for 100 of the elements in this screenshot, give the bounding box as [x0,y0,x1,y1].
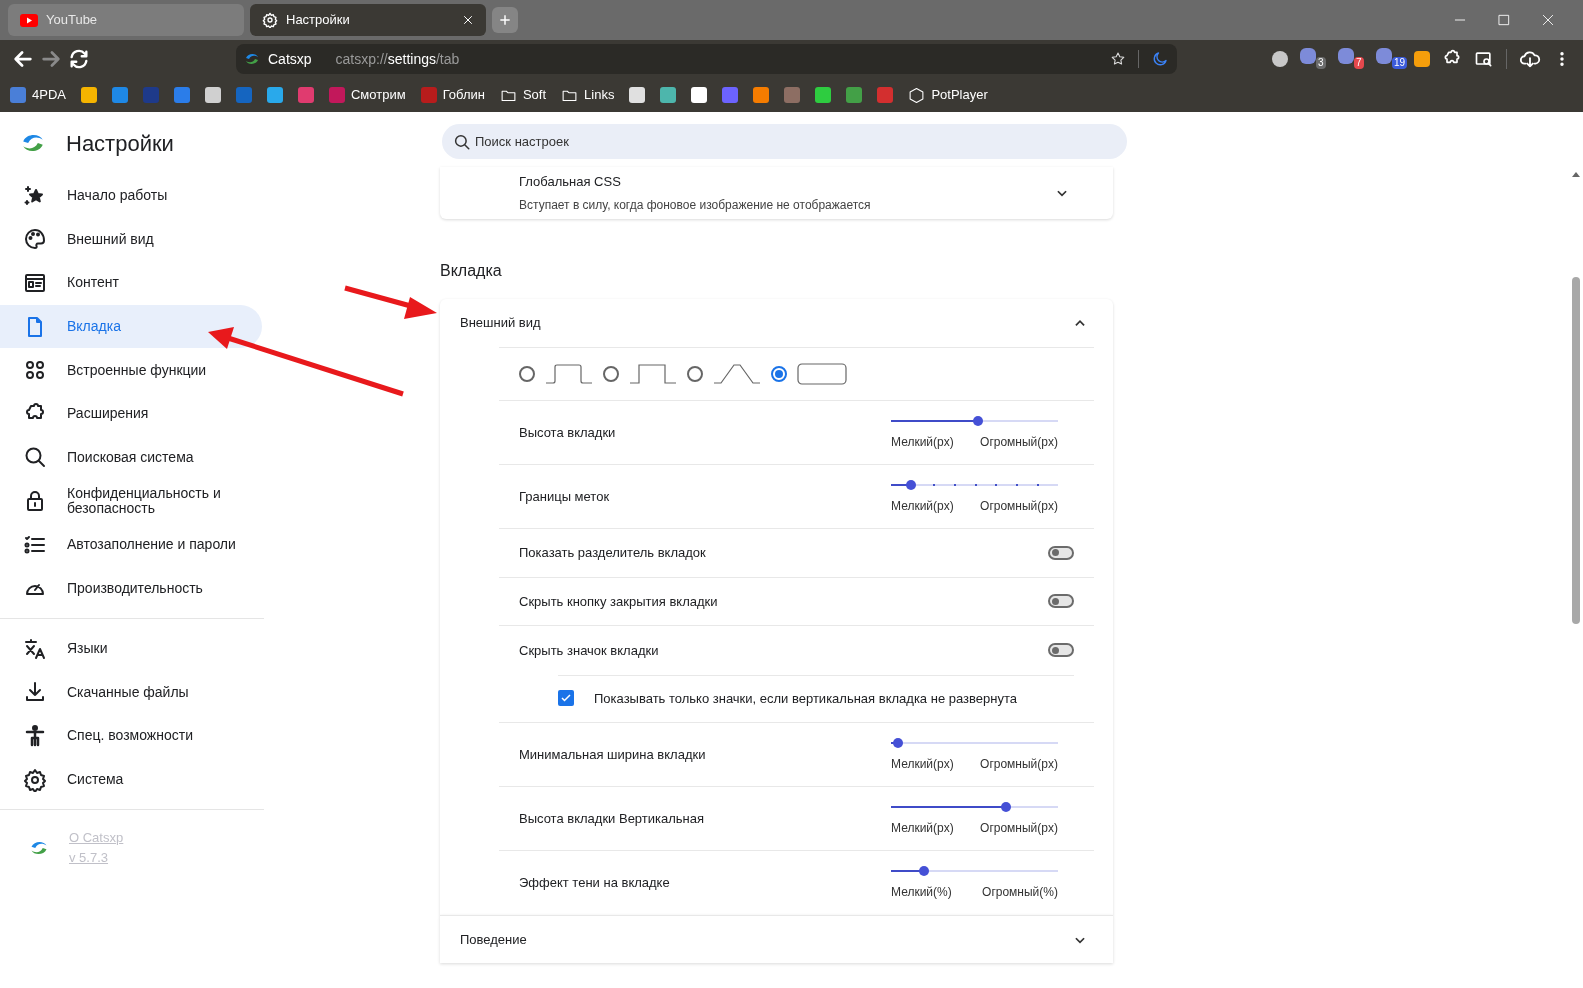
sidebar-item[interactable]: Спец. возможности [0,714,262,758]
count-badge: 3 [1316,57,1326,69]
bookmark-item[interactable]: 4PDA [10,85,66,105]
site-favicon-icon[interactable] [815,87,832,103]
sidebar-item[interactable]: Контент [0,261,262,305]
sidebar-item[interactable]: Производительность [0,566,262,610]
sidebar-item[interactable]: Конфиденциальность и безопасность [0,479,262,523]
extension-icon[interactable] [1414,51,1430,67]
play-logo-icon [20,13,38,27]
new-tab-button[interactable] [492,7,518,33]
checkbox-label: Показывать только значки, если вертикальная вкладка не развернута [594,689,1017,708]
moon-icon[interactable] [1151,50,1169,68]
count-badge: 19 [1392,57,1408,69]
toggle-switch[interactable] [1048,643,1074,658]
slider[interactable] [891,414,1058,427]
toggle-switch[interactable] [1048,594,1074,609]
slider-thumb[interactable] [906,479,917,490]
star-icon[interactable] [1110,51,1126,67]
layout-icon [23,271,47,295]
browser-tab[interactable]: Настройки [250,4,486,36]
sidebar-item[interactable]: Вкладка [0,304,262,349]
site-favicon-icon[interactable] [204,87,221,103]
maximize-icon[interactable] [1497,13,1511,27]
setting-title: Глобальная CSS [519,172,622,191]
slider[interactable] [891,478,1058,491]
count-badge: 7 [1354,57,1364,69]
slider[interactable] [891,865,1058,877]
setting-label: Минимальная ширина вкладки [519,745,707,764]
site-favicon-icon[interactable] [660,87,677,103]
sidebar-item[interactable]: Языки [0,626,262,671]
tab-shape-drawing [797,363,847,385]
extension-icon[interactable] [1272,51,1288,67]
setting-label: Высота вкладки Вертикальная [519,809,706,828]
slider-max-label: Огромный(px) [980,497,1058,515]
sidebar-item[interactable]: Автозаполнение и пароли [0,522,262,567]
checkbox[interactable] [558,690,574,707]
setting-label: Границы меток [519,487,611,506]
setting-label: Высота вкладки [519,423,617,442]
tab-shape-drawing [545,364,593,384]
tab-search-icon[interactable] [1474,49,1494,69]
site-favicon-icon[interactable] [629,87,646,103]
radio-button[interactable] [771,366,787,382]
extension-icon[interactable] [1300,48,1316,64]
back-arrow-icon[interactable] [12,48,34,70]
forward-arrow-icon[interactable] [40,48,62,70]
sidebar-item[interactable]: Внешний вид [0,217,262,262]
extension-icon[interactable] [1338,48,1354,64]
radio-button[interactable] [687,366,703,382]
slider-thumb[interactable] [919,866,930,876]
panel-title: Внешний вид [460,314,542,333]
url-text[interactable]: catsxp://settings/tab [335,48,1102,70]
gear-icon [23,767,47,792]
setting-label: Скрыть значок вкладки [519,641,660,660]
radio-button[interactable] [603,366,619,382]
bookmark-item[interactable]: Смотрим [328,85,406,105]
bookmark-item[interactable]: Links [561,85,615,105]
bookmark-item[interactable]: Soft [499,85,547,105]
sidebar-item[interactable]: Поисковая система [0,435,262,480]
search-icon [23,445,47,470]
sidebar-item[interactable]: Начало работы [0,174,262,218]
sidebar-item[interactable]: Встроенные функции [0,348,262,392]
bookmark-item[interactable]: PotPlayer [908,85,988,105]
sidebar-item[interactable]: Система [0,757,262,802]
site-favicon-icon[interactable] [691,87,708,103]
close-icon[interactable] [462,14,474,26]
slider-min-label: Мелкий(px) [891,433,954,451]
translate-icon [23,636,47,661]
setting-description: Вступает в силу, когда фоновое изображение не отображается [519,197,872,215]
slider-min-label: Мелкий(px) [891,497,954,515]
slider-min-label: Мелкий(px) [891,819,954,837]
gear-icon [262,12,278,28]
bookmark-item[interactable]: Гоблин [420,85,485,105]
tab-shape-drawing [629,364,677,384]
plus-icon [498,13,512,27]
tab-shape-drawing [713,364,761,384]
slider[interactable] [891,800,1058,813]
slider-thumb[interactable] [1001,801,1012,812]
logo-icon [244,51,260,67]
toggle-switch[interactable] [1048,545,1074,560]
slider-max-label: Огромный(px) [980,819,1058,837]
sidebar-item[interactable]: Расширения [0,391,262,436]
slider-max-label: Огромный(px) [980,755,1058,773]
hexagon-icon [908,86,926,104]
panel-title: Поведение [460,930,528,949]
search-field[interactable]: Поиск настроек [442,124,1127,159]
site-label: Catsxp [268,49,312,69]
site-favicon-icon[interactable] [80,87,97,103]
slider-thumb[interactable] [972,415,983,426]
palette-icon [23,227,47,252]
slider-thumb[interactable] [892,737,903,748]
section-heading: Вкладка [440,261,503,281]
radio-button[interactable] [519,366,535,382]
setting-label: Показать разделитель вкладок [519,544,707,562]
reload-icon[interactable] [68,48,90,70]
extension-icon[interactable] [1376,48,1392,64]
slider[interactable] [891,736,1058,749]
accessibility-icon [23,723,47,748]
sidebar-item[interactable]: Скачанные файлы [0,670,262,715]
slider-min-label: Мелкий(%) [891,884,952,901]
checkmark-icon [560,692,572,705]
